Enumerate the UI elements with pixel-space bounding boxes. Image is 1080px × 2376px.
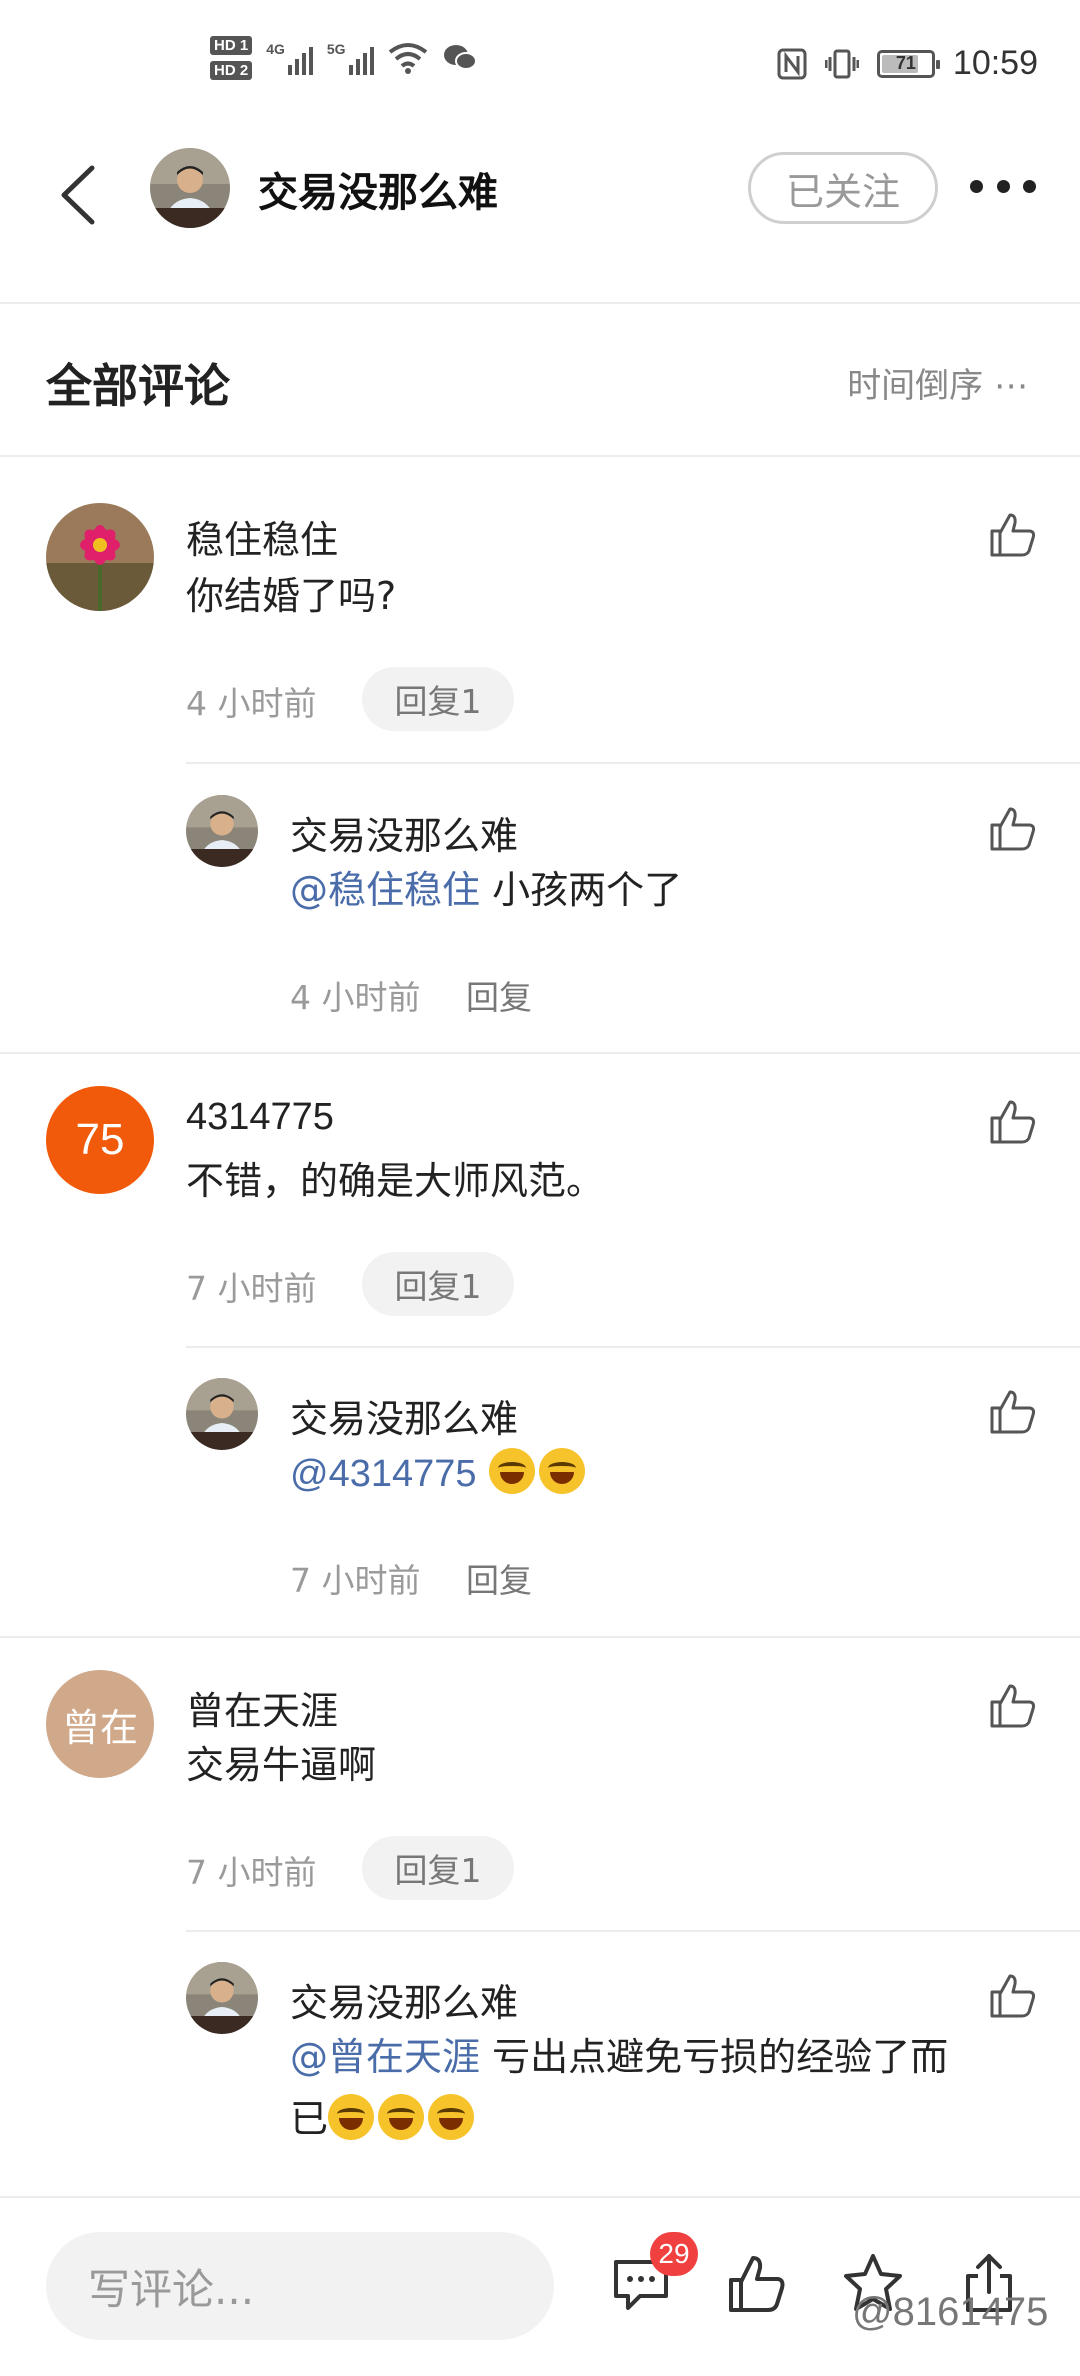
clock: 10:59 bbox=[952, 44, 1038, 82]
commenter-avatar[interactable]: 曾在 bbox=[46, 1670, 154, 1778]
reply-time: 7 小时前 bbox=[290, 1561, 421, 1600]
reply-author-name[interactable]: 交易没那么难 bbox=[290, 1972, 518, 2027]
mention-link[interactable]: @4314775 bbox=[290, 1453, 477, 1495]
divider bbox=[0, 455, 1080, 457]
comment-time: 7 小时前 bbox=[186, 1269, 317, 1308]
avatar-text: 75 bbox=[75, 1115, 125, 1164]
comment-text: 交易牛逼啊 bbox=[186, 1743, 377, 1787]
mention-link[interactable]: @稳住稳住 bbox=[290, 868, 480, 912]
comment-text: 不错，的确是大师风范。 bbox=[186, 1159, 605, 1203]
reply-text: @曾在天涯 亏出点避免亏损的经验了而 已 bbox=[290, 2026, 1030, 2150]
grin-emoji-icon bbox=[328, 2094, 375, 2140]
reply-text: @稳住稳住 小孩两个了 bbox=[290, 859, 682, 921]
reply-body-cont: 已 bbox=[290, 2097, 329, 2141]
commenter-name[interactable]: 4314775 bbox=[186, 1096, 334, 1139]
author-name[interactable]: 交易没那么难 bbox=[258, 160, 498, 218]
reply-author-name[interactable]: 交易没那么难 bbox=[290, 1388, 518, 1443]
comment-count-badge: 29 bbox=[650, 2232, 698, 2276]
divider bbox=[0, 1052, 1080, 1054]
divider bbox=[186, 1346, 1080, 1348]
divider bbox=[0, 302, 1080, 304]
hd2-badge: HD 2 bbox=[210, 61, 253, 80]
watermark: @8161475 bbox=[852, 2290, 1049, 2334]
back-arrow-icon[interactable] bbox=[54, 160, 104, 230]
reply-avatar[interactable] bbox=[186, 1962, 258, 2034]
grin-emoji-icon bbox=[378, 2094, 425, 2140]
divider bbox=[186, 762, 1080, 764]
signal-icon: 4G bbox=[266, 41, 313, 75]
grin-emoji-icon bbox=[428, 2094, 475, 2140]
signal-icon-2: 5G bbox=[327, 41, 374, 75]
avatar-text: 曾在 bbox=[61, 1705, 138, 1750]
laugh-cry-emoji-icon bbox=[538, 1448, 585, 1494]
comment-input[interactable]: 写评论... bbox=[46, 2232, 554, 2340]
commenter-avatar[interactable] bbox=[46, 503, 154, 611]
commenter-avatar[interactable]: 75 bbox=[46, 1086, 154, 1194]
battery-icon: 71 bbox=[876, 49, 940, 78]
status-right: 71 10:59 bbox=[777, 44, 1038, 83]
sort-label: 时间倒序 bbox=[847, 366, 984, 406]
reply-button[interactable]: 回复 bbox=[466, 1554, 532, 1602]
wechat-icon bbox=[443, 45, 477, 70]
reply-body: 小孩两个了 bbox=[492, 868, 683, 912]
wifi-icon bbox=[388, 43, 427, 74]
comment-text: 你结婚了吗? bbox=[186, 574, 397, 618]
divider bbox=[0, 1636, 1080, 1638]
like-icon[interactable] bbox=[988, 509, 1038, 559]
battery-level: 71 bbox=[895, 53, 916, 73]
reply-text: @4314775 bbox=[290, 1442, 589, 1505]
bottom-action-bar: 写评论... bbox=[0, 2196, 1080, 2376]
mention-link[interactable]: @曾在天涯 bbox=[290, 2035, 480, 2079]
more-options-icon[interactable] bbox=[970, 176, 1036, 196]
comment-time: 4 小时前 bbox=[186, 684, 317, 723]
author-avatar[interactable] bbox=[150, 148, 230, 228]
reply-avatar[interactable] bbox=[186, 795, 258, 867]
reply-button[interactable]: 回复1 bbox=[362, 667, 514, 731]
vibrate-icon bbox=[824, 49, 859, 78]
profile-header: 交易没那么难 已关注 bbox=[0, 130, 1080, 290]
like-icon[interactable] bbox=[988, 1386, 1038, 1436]
reply-body: 亏出点避免亏损的经验了而 bbox=[492, 2035, 949, 2079]
comment-time: 7 小时前 bbox=[186, 1853, 317, 1892]
reply-button[interactable]: 回复1 bbox=[362, 1252, 514, 1316]
like-icon[interactable] bbox=[988, 1970, 1038, 2020]
reply-author-name[interactable]: 交易没那么难 bbox=[290, 805, 518, 860]
laugh-cry-emoji-icon bbox=[488, 1448, 535, 1494]
reply-avatar[interactable] bbox=[186, 1378, 258, 1450]
sort-order-button[interactable]: 时间倒序 ⋯ bbox=[847, 358, 1028, 407]
reply-button[interactable]: 回复1 bbox=[362, 1836, 514, 1900]
reply-time: 4 小时前 bbox=[290, 978, 421, 1017]
follow-button[interactable]: 已关注 bbox=[748, 152, 938, 224]
nfc-icon bbox=[777, 48, 807, 79]
hd-indicators: HD 1 HD 2 bbox=[210, 36, 253, 80]
status-left: HD 1 HD 2 4G 5G bbox=[210, 36, 478, 80]
status-bar: HD 1 HD 2 4G 5G 71 10:59 bbox=[0, 0, 1080, 130]
like-icon[interactable] bbox=[988, 1096, 1038, 1146]
divider bbox=[186, 1930, 1080, 1932]
like-icon[interactable] bbox=[988, 1680, 1038, 1730]
like-icon[interactable] bbox=[726, 2252, 788, 2314]
like-icon[interactable] bbox=[988, 803, 1038, 853]
commenter-name[interactable]: 曾在天涯 bbox=[186, 1680, 338, 1735]
section-title: 全部评论 bbox=[46, 359, 230, 413]
reply-button[interactable]: 回复 bbox=[466, 971, 532, 1019]
hd1-badge: HD 1 bbox=[210, 36, 253, 55]
commenter-name[interactable]: 稳住稳住 bbox=[186, 509, 338, 564]
